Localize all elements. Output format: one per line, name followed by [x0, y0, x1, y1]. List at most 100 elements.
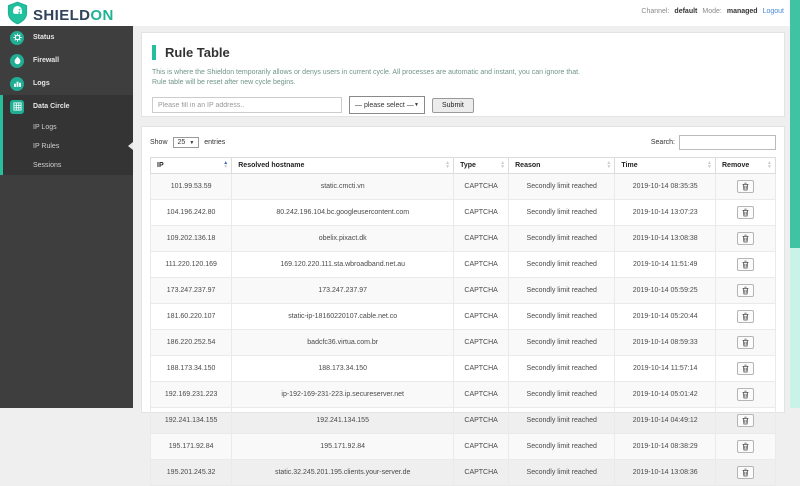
delete-rule-button[interactable] — [737, 206, 754, 219]
sidebar-subitem-label: Sessions — [33, 162, 61, 169]
time-cell: 2019-10-14 05:01:42 — [615, 382, 716, 408]
reason-cell: Secondly limit reached — [509, 408, 615, 434]
trash-icon — [742, 234, 749, 243]
sidebar-item-ip-logs[interactable]: IP Logs — [3, 118, 133, 137]
logout-link[interactable]: Logout — [763, 8, 784, 15]
reason-cell: Secondly limit reached — [509, 382, 615, 408]
delete-rule-button[interactable] — [737, 232, 754, 245]
type-cell: CAPTCHA — [454, 200, 509, 226]
column-header-type[interactable]: Type ▲▼ — [454, 158, 509, 174]
sidebar-item-data-circle[interactable]: Data Circle — [3, 95, 133, 118]
column-header-hostname[interactable]: Resolved hostname ▲▼ — [232, 158, 454, 174]
delete-rule-button[interactable] — [737, 284, 754, 297]
sidebar-group-data-circle: Data Circle IP Logs IP Rules Sessions — [0, 95, 133, 175]
remove-cell — [716, 382, 776, 408]
ip-cell: 192.169.231.223 — [151, 382, 232, 408]
hostname-cell: 80.242.196.104.bc.googleusercontent.com — [232, 200, 454, 226]
page-scrollbar[interactable] — [790, 0, 800, 408]
delete-rule-button[interactable] — [737, 440, 754, 453]
top-bar: SHIELDON Channel: default Mode: managed … — [0, 0, 800, 26]
reason-cell: Secondly limit reached — [509, 200, 615, 226]
column-header-reason[interactable]: Reason ▲▼ — [509, 158, 615, 174]
trash-icon — [742, 468, 749, 477]
delete-rule-button[interactable] — [737, 258, 754, 271]
hostname-cell: badcfc36.virtua.com.br — [232, 330, 454, 356]
remove-cell — [716, 252, 776, 278]
delete-rule-button[interactable] — [737, 310, 754, 323]
entries-count-select[interactable]: 25 ▼ — [173, 137, 200, 148]
sidebar-item-label: Firewall — [33, 57, 59, 64]
sidebar-item-label: Data Circle — [33, 103, 70, 110]
delete-rule-button[interactable] — [737, 362, 754, 375]
hostname-cell: static.cmcti.vn — [232, 174, 454, 200]
logo: SHIELDON — [7, 1, 114, 30]
remove-cell — [716, 330, 776, 356]
rule-table-header-card: Rule Table This is where the Shieldon te… — [141, 32, 785, 117]
hostname-cell: static.32.245.201.195.clients.your-serve… — [232, 460, 454, 486]
trash-icon — [742, 416, 749, 425]
hostname-cell: 173.247.237.97 — [232, 278, 454, 304]
rule-table: IP ▲▼ Resolved hostname ▲▼ Type ▲▼ Rea — [150, 157, 776, 486]
ip-cell: 173.247.237.97 — [151, 278, 232, 304]
time-cell: 2019-10-14 08:35:35 — [615, 174, 716, 200]
current-page-arrow-icon — [128, 142, 133, 150]
search-label: Search: — [651, 139, 675, 146]
channel-value: default — [674, 8, 697, 15]
time-cell: 2019-10-14 04:49:12 — [615, 408, 716, 434]
rule-type-select[interactable]: — please select — ▼ — [349, 96, 425, 114]
scrollbar-thumb[interactable] — [790, 0, 800, 248]
reason-cell: Secondly limit reached — [509, 356, 615, 382]
delete-rule-button[interactable] — [737, 414, 754, 427]
table-header-row: IP ▲▼ Resolved hostname ▲▼ Type ▲▼ Rea — [151, 158, 776, 174]
column-header-ip[interactable]: IP ▲▼ — [151, 158, 232, 174]
hostname-cell: 169.120.220.111.sta.wbroadband.net.au — [232, 252, 454, 278]
show-label: Show — [150, 139, 168, 146]
time-cell: 2019-10-14 08:38:29 — [615, 434, 716, 460]
table-controls: Show 25 ▼ entries Search: — [142, 127, 784, 157]
delete-rule-button[interactable] — [737, 180, 754, 193]
sidebar-item-ip-rules[interactable]: IP Rules — [3, 137, 133, 156]
delete-rule-button[interactable] — [737, 388, 754, 401]
channel-label: Channel: — [641, 8, 669, 15]
sort-icon: ▲▼ — [500, 161, 505, 169]
sidebar-item-firewall[interactable]: Firewall — [0, 49, 133, 72]
entries-count-value: 25 — [178, 139, 186, 146]
table-row: 181.60.220.107 static-ip-18160220107.cab… — [151, 304, 776, 330]
type-cell: CAPTCHA — [454, 304, 509, 330]
delete-rule-button[interactable] — [737, 466, 754, 479]
search-input[interactable] — [679, 135, 776, 150]
table-row: 195.201.245.32 static.32.245.201.195.cli… — [151, 460, 776, 486]
column-header-remove[interactable]: Remove ▲▼ — [716, 158, 776, 174]
flame-icon — [10, 54, 24, 68]
ip-address-input[interactable] — [152, 97, 342, 113]
grid-icon — [10, 100, 24, 114]
page-title: Rule Table — [152, 45, 774, 60]
table-row: 101.99.53.59 static.cmcti.vn CAPTCHA Sec… — [151, 174, 776, 200]
mode-label: Mode: — [702, 8, 721, 15]
table-row: 188.173.34.150 188.173.34.150 CAPTCHA Se… — [151, 356, 776, 382]
submit-button[interactable]: Submit — [432, 98, 474, 113]
type-cell: CAPTCHA — [454, 356, 509, 382]
rule-type-select-value: — please select — — [355, 102, 414, 109]
sidebar-item-label: Logs — [33, 80, 50, 87]
table-row: 173.247.237.97 173.247.237.97 CAPTCHA Se… — [151, 278, 776, 304]
hostname-cell: obelix.pixact.dk — [232, 226, 454, 252]
sidebar-item-sessions[interactable]: Sessions — [3, 156, 133, 175]
select-caret-icon: ▼ — [414, 102, 419, 108]
time-cell: 2019-10-14 05:20:44 — [615, 304, 716, 330]
add-rule-form: — please select — ▼ Submit — [152, 96, 774, 114]
trash-icon — [742, 442, 749, 451]
ip-cell: 111.220.120.169 — [151, 252, 232, 278]
reason-cell: Secondly limit reached — [509, 278, 615, 304]
ip-cell: 195.201.245.32 — [151, 460, 232, 486]
delete-rule-button[interactable] — [737, 336, 754, 349]
shield-elephant-icon — [7, 1, 28, 30]
column-header-time[interactable]: Time ▲▼ — [615, 158, 716, 174]
table-row: 186.220.252.54 badcfc36.virtua.com.br CA… — [151, 330, 776, 356]
brand-text: SHIELDON — [33, 7, 114, 24]
sidebar-item-logs[interactable]: Logs — [0, 72, 133, 95]
time-cell: 2019-10-14 05:59:25 — [615, 278, 716, 304]
time-cell: 2019-10-14 11:51:49 — [615, 252, 716, 278]
time-cell: 2019-10-14 08:59:33 — [615, 330, 716, 356]
ip-cell: 104.196.242.80 — [151, 200, 232, 226]
